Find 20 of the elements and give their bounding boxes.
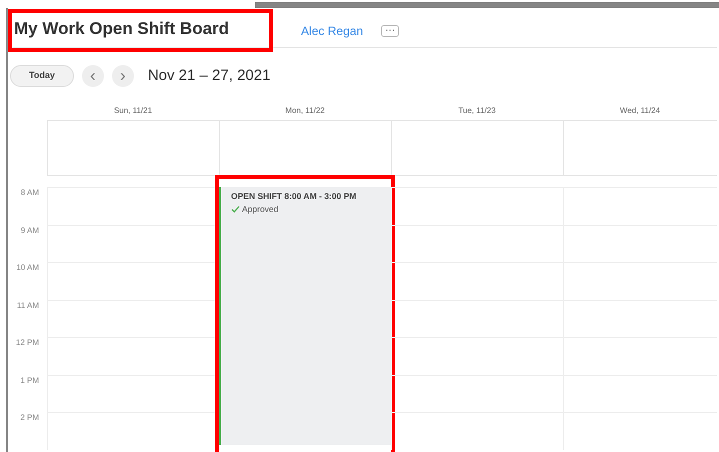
event-status: Approved: [242, 202, 278, 216]
today-button[interactable]: Today: [10, 65, 74, 87]
day-header: Sun, 11/21: [112, 105, 154, 117]
time-label: 2 PM: [19, 412, 40, 424]
next-button[interactable]: ›: [112, 65, 134, 87]
time-label: 11 AM: [16, 300, 40, 312]
date-range: Nov 21 – 27, 2021: [148, 66, 270, 86]
check-icon: [231, 205, 240, 214]
day-header: Wed, 11/24: [618, 105, 662, 117]
time-label: 1 PM: [19, 374, 40, 386]
more-button[interactable]: ···: [381, 24, 400, 36]
day-header: Tue, 11/23: [457, 105, 497, 117]
day-header: Mon, 11/22: [284, 105, 326, 117]
event-title: OPEN SHIFT 8:00 AM - 3:00 PM: [231, 190, 358, 203]
shift-event[interactable]: OPEN SHIFT 8:00 AM - 3:00 PM Approved: [219, 187, 391, 445]
time-label: 12 PM: [14, 337, 40, 349]
time-label: 8 AM: [20, 187, 40, 199]
time-label: 9 AM: [20, 224, 40, 236]
time-label: 10 AM: [15, 262, 40, 274]
previous-button[interactable]: ‹: [82, 65, 104, 87]
